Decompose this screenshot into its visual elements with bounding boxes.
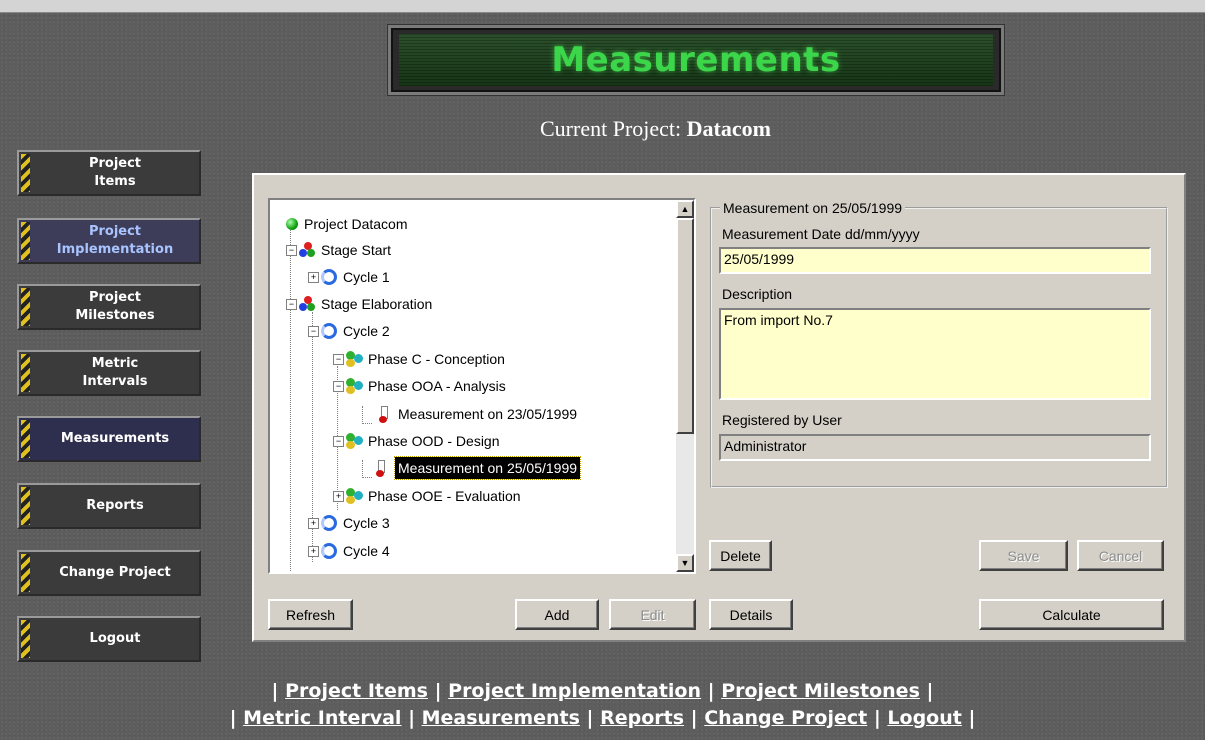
measurement-date-field[interactable]: 25/05/1999 <box>719 247 1151 274</box>
footer-links-row-1: | Project Items | Project Implementation… <box>271 680 934 702</box>
hazard-stripe-icon <box>21 620 30 658</box>
delete-button[interactable]: Delete <box>709 540 772 571</box>
description-field[interactable]: From import No.7 <box>719 308 1151 400</box>
hazard-stripe-icon <box>21 222 30 260</box>
tree-node-cycle-4[interactable]: + Cycle 4 <box>308 540 390 562</box>
calculate-button[interactable]: Calculate <box>979 599 1164 630</box>
nav-measurements-button[interactable]: Measurements <box>17 416 201 462</box>
tree-node-cycle-1[interactable]: + Cycle 1 <box>308 266 390 288</box>
footer-links-row-2: | Metric Interval | Measurements | Repor… <box>229 707 976 729</box>
tree-node-phase-ood[interactable]: − Phase OOD - Design <box>333 430 500 452</box>
nav-project-items-button[interactable]: Project Items <box>17 150 201 196</box>
tree-node-stage-elaboration[interactable]: − Stage Elaboration <box>286 293 432 315</box>
expand-icon[interactable]: + <box>333 490 344 502</box>
phase-numbers-icon <box>346 378 363 394</box>
tree-node-measurement-25-05-1999[interactable]: Measurement on 25/05/1999 <box>373 456 582 480</box>
save-button[interactable]: Save <box>979 540 1068 571</box>
hazard-stripe-icon <box>21 154 30 192</box>
measurement-details-title: Measurement on 25/05/1999 <box>723 200 903 216</box>
footer-link-project-items[interactable]: Project Items <box>285 680 428 702</box>
collapse-icon[interactable]: − <box>333 435 344 447</box>
tree-node-phase-c[interactable]: − Phase C - Conception <box>333 348 505 370</box>
tree-node-phase-ooe[interactable]: + Phase OOE - Evaluation <box>333 485 521 507</box>
nav-logout-button[interactable]: Logout <box>17 616 201 662</box>
tree-scrollbar[interactable]: ▲ ▼ <box>676 200 694 572</box>
refresh-button[interactable]: Refresh <box>268 599 353 630</box>
collapse-icon[interactable]: − <box>333 380 344 392</box>
collapse-icon[interactable]: − <box>286 244 297 256</box>
tree-node-measurement-23-05-1999[interactable]: Measurement on 23/05/1999 <box>376 403 577 425</box>
details-button[interactable]: Details <box>709 599 793 630</box>
thermometer-icon <box>376 406 392 423</box>
thermometer-icon <box>373 460 389 477</box>
collapse-icon[interactable]: − <box>286 298 297 310</box>
window-frame-top <box>0 0 1205 13</box>
nav-change-project-button[interactable]: Change Project <box>17 550 201 596</box>
page-title-banner: Measurements <box>388 25 1004 95</box>
add-button[interactable]: Add <box>515 599 599 630</box>
tree-node-cycle-3[interactable]: + Cycle 3 <box>308 512 390 534</box>
project-tree[interactable]: Project Datacom − Stage Start + Cycle 1 … <box>268 198 696 574</box>
scroll-down-arrow-icon[interactable]: ▼ <box>676 554 694 572</box>
page-title: Measurements <box>551 40 841 80</box>
expand-icon[interactable]: + <box>308 517 319 529</box>
cycle-icon <box>321 515 337 531</box>
stage-molecule-icon <box>299 242 315 258</box>
registered-by-label: Registered by User <box>722 412 842 428</box>
expand-icon[interactable]: + <box>308 545 319 557</box>
cancel-button[interactable]: Cancel <box>1077 540 1164 571</box>
phase-numbers-icon <box>346 351 363 367</box>
scroll-up-arrow-icon[interactable]: ▲ <box>676 200 694 218</box>
footer-link-project-implementation[interactable]: Project Implementation <box>448 680 701 702</box>
cycle-icon <box>321 269 337 285</box>
stage-molecule-icon <box>299 296 315 312</box>
nav-reports-button[interactable]: Reports <box>17 483 201 529</box>
expand-icon[interactable]: + <box>308 271 319 283</box>
scroll-thumb[interactable] <box>676 218 694 434</box>
hazard-stripe-icon <box>21 420 30 458</box>
footer-link-metric-interval[interactable]: Metric Interval <box>243 707 401 729</box>
hazard-stripe-icon <box>21 554 30 592</box>
footer-link-project-milestones[interactable]: Project Milestones <box>721 680 920 702</box>
phase-numbers-icon <box>346 433 363 449</box>
current-project-name: Datacom <box>686 116 771 141</box>
nav-metric-intervals-button[interactable]: Metric Intervals <box>17 350 201 396</box>
green-ball-icon <box>286 218 298 230</box>
footer-link-logout[interactable]: Logout <box>887 707 961 729</box>
footer-link-change-project[interactable]: Change Project <box>704 707 867 729</box>
tree-node-project[interactable]: Project Datacom <box>286 213 407 235</box>
nav-project-milestones-button[interactable]: Project Milestones <box>17 284 201 330</box>
tree-node-stage-start[interactable]: − Stage Start <box>286 239 391 261</box>
hazard-stripe-icon <box>21 288 30 326</box>
cycle-icon <box>321 543 337 559</box>
phase-numbers-icon <box>346 488 363 504</box>
current-project-label: Current Project: <box>540 116 682 141</box>
tree-node-phase-ooa[interactable]: − Phase OOA - Analysis <box>333 375 506 397</box>
current-project: Current Project: Datacom <box>540 116 771 142</box>
registered-by-field: Administrator <box>719 434 1151 461</box>
collapse-icon[interactable]: − <box>308 325 319 337</box>
footer-link-reports[interactable]: Reports <box>600 707 684 729</box>
measurement-date-label: Measurement Date dd/mm/yyyy <box>722 226 920 242</box>
collapse-icon[interactable]: − <box>333 353 344 365</box>
edit-button[interactable]: Edit <box>609 599 696 630</box>
nav-project-implementation-button[interactable]: Project Implementation <box>17 218 201 264</box>
hazard-stripe-icon <box>21 487 30 525</box>
tree-node-cycle-2[interactable]: − Cycle 2 <box>308 320 390 342</box>
selected-node-label: Measurement on 25/05/1999 <box>393 456 582 480</box>
hazard-stripe-icon <box>21 354 30 392</box>
cycle-icon <box>321 323 337 339</box>
description-label: Description <box>722 286 793 302</box>
footer-link-measurements[interactable]: Measurements <box>422 707 580 729</box>
